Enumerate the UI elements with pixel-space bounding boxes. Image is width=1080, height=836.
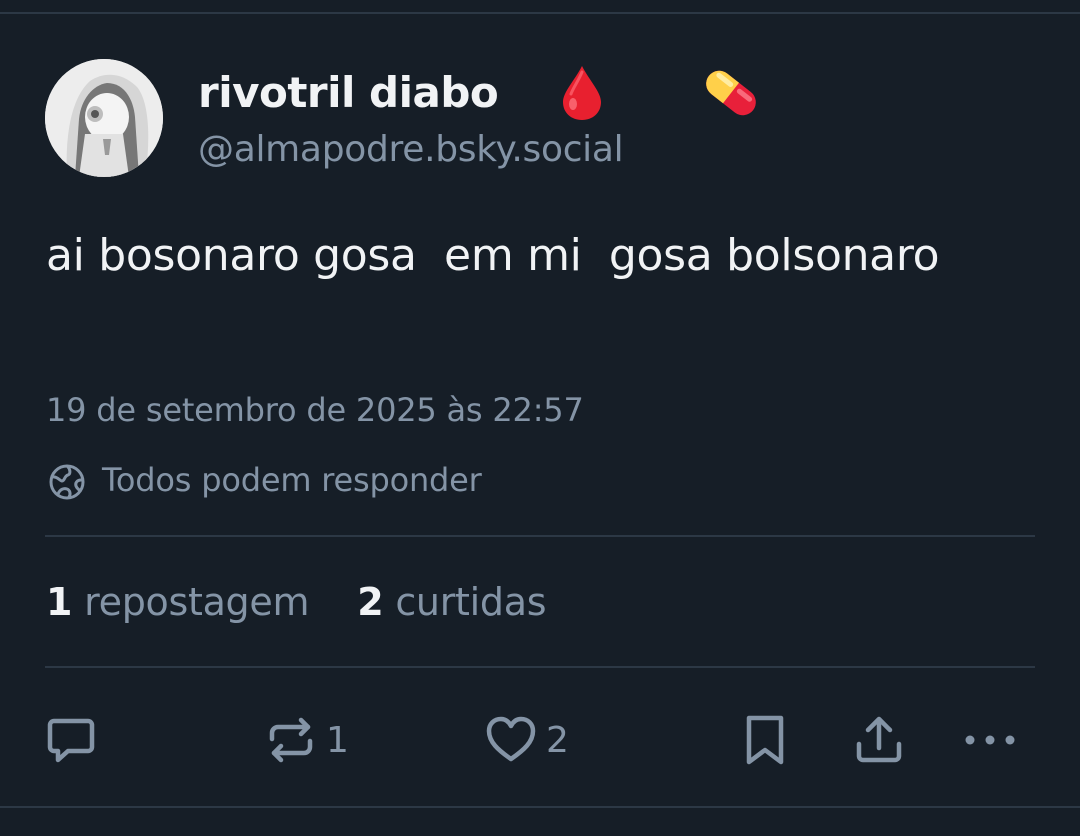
user-handle[interactable]: @almapodre.bsky.social <box>198 129 624 170</box>
reply-button[interactable] <box>44 710 98 770</box>
share-icon <box>856 716 902 763</box>
like-button[interactable]: 2 <box>484 710 569 770</box>
pill-icon <box>706 70 756 116</box>
bookmark-button[interactable] <box>740 710 790 770</box>
like-count: 2 <box>546 719 569 761</box>
reposts-count: 1 <box>46 580 73 624</box>
reply-setting[interactable]: Todos podem responder <box>102 461 482 499</box>
reply-icon <box>47 718 95 763</box>
bookmark-icon <box>746 715 784 765</box>
post-text: ai bosonaro gosa em mi gosa bolsonaro <box>46 230 940 281</box>
bottom-divider <box>0 806 1080 808</box>
avatar-image <box>45 59 163 177</box>
repost-count: 1 <box>326 719 349 761</box>
reposts-stat[interactable]: 1 repostagem <box>46 580 309 624</box>
globe-icon <box>49 464 85 500</box>
divider <box>45 535 1035 537</box>
post-timestamp: 19 de setembro de 2025 às 22:57 <box>46 391 584 429</box>
likes-count: 2 <box>357 580 384 624</box>
post-stats: 1 repostagem 2 curtidas <box>46 580 547 628</box>
more-icon <box>965 735 1015 745</box>
heart-icon <box>486 716 536 762</box>
display-name[interactable]: rivotril diabo <box>198 68 499 117</box>
drop-of-blood-icon <box>563 66 601 120</box>
avatar[interactable] <box>45 59 163 177</box>
repost-icon <box>269 717 313 763</box>
likes-stat[interactable]: 2 curtidas <box>357 580 546 624</box>
divider <box>45 666 1035 668</box>
repost-button[interactable]: 1 <box>264 710 349 770</box>
reposts-label: repostagem <box>84 580 310 624</box>
likes-label: curtidas <box>395 580 547 624</box>
top-divider <box>0 12 1080 14</box>
share-button[interactable] <box>852 710 906 770</box>
more-options-button[interactable] <box>960 710 1020 770</box>
